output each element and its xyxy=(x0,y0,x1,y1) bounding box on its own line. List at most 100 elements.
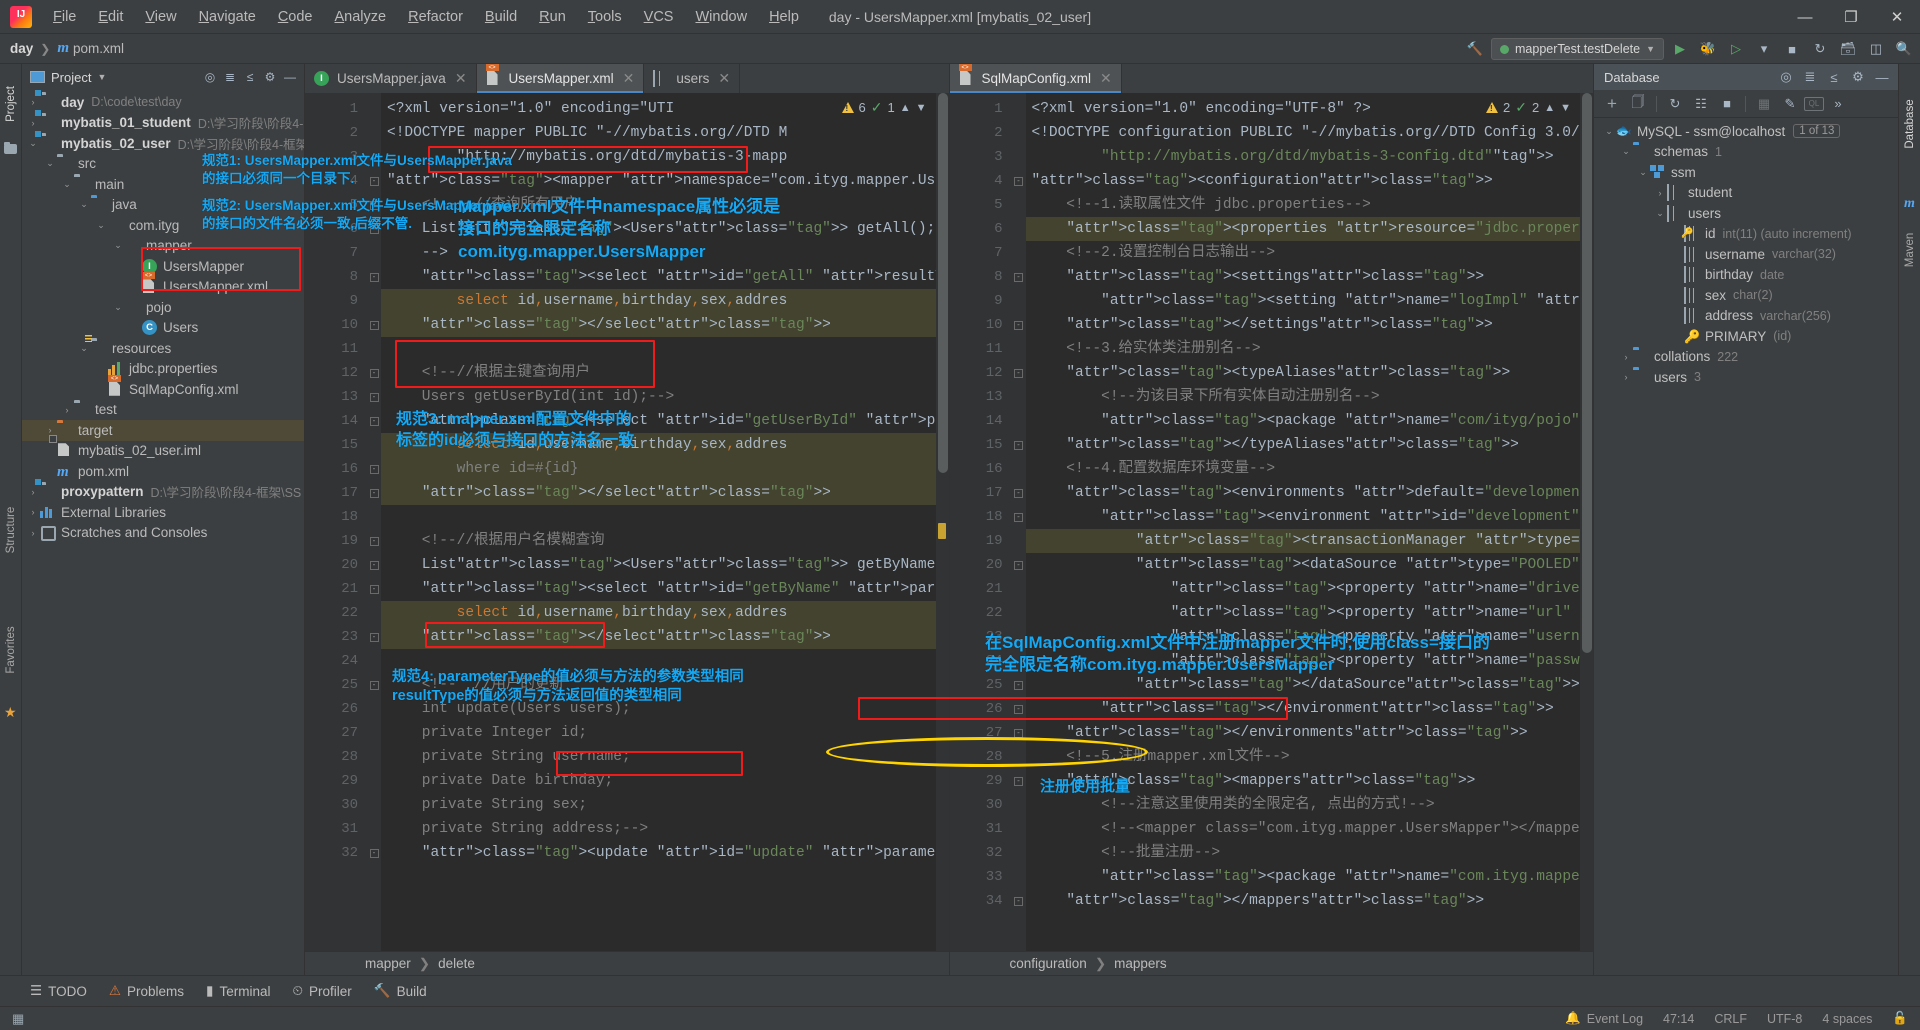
project-tree-item[interactable]: › target xyxy=(22,420,304,441)
menu-item-refactor[interactable]: Refactor xyxy=(397,5,474,29)
query-console-icon[interactable]: QL xyxy=(1804,96,1824,111)
code-line[interactable]: where id=#{id} xyxy=(381,457,936,481)
code-line[interactable]: "attr">class="tag"><properties "attr">re… xyxy=(1025,217,1580,241)
chevron-down-icon[interactable]: ⌄ xyxy=(60,179,74,190)
inspection-widget-left[interactable]: 6 ✓ 1 ▲ ▼ xyxy=(841,99,927,116)
chevron-right-icon[interactable]: › xyxy=(26,528,40,538)
bottom-item-profiler[interactable]: ⏲ Profiler xyxy=(292,983,351,999)
more-icon[interactable]: » xyxy=(1826,93,1850,115)
code-line[interactable]: "attr">class="tag"><property "attr">name… xyxy=(1026,625,1580,649)
project-tree-item[interactable]: › External Libraries xyxy=(22,502,304,523)
marker-bar-right[interactable] xyxy=(1580,93,1593,951)
run-configuration-selector[interactable]: mapperTest.testDelete ▼ xyxy=(1491,38,1664,60)
collapse-fold-icon[interactable]: - xyxy=(369,200,379,210)
database-tree-item[interactable]: ⌄ schemas 1 xyxy=(1594,142,1898,163)
fold-marker[interactable] xyxy=(1012,457,1026,481)
hide-panel-icon[interactable]: — xyxy=(280,67,300,87)
project-tree-item[interactable]: ⌄ resources xyxy=(22,338,304,359)
fold-marker[interactable] xyxy=(367,649,381,673)
fold-marker[interactable] xyxy=(367,121,381,145)
project-tree-item[interactable]: › test xyxy=(22,400,304,421)
collapse-fold-icon[interactable]: - xyxy=(1014,560,1023,570)
editor-breadcrumbs-right[interactable]: configuration ❯ mappers xyxy=(949,951,1593,975)
chevron-down-icon[interactable]: ⌄ xyxy=(1653,208,1667,219)
code-line[interactable]: <!--<mapper class="com.ityg.mapper.Users… xyxy=(1026,817,1580,841)
fold-marker[interactable] xyxy=(367,337,381,361)
fold-gutter-right[interactable]: - - - - - - - - - - - - - xyxy=(1011,93,1026,951)
fold-marker[interactable] xyxy=(1012,745,1026,769)
code-area-right[interactable]: 1 2 3 4 5 6 7 8 9 10 11 12 13 14 15 16 17 18 19 20 21 22 23 24 2… xyxy=(949,93,1593,951)
menu-item-help[interactable]: Help xyxy=(758,5,810,29)
fold-marker[interactable]: - xyxy=(1012,361,1026,385)
editor-tabs-right[interactable]: SqlMapConfig.xml ✕ xyxy=(949,64,1593,93)
fold-marker[interactable]: - xyxy=(367,457,381,481)
breadcrumb-delete[interactable]: delete xyxy=(438,956,475,971)
chevron-down-icon[interactable]: ⌄ xyxy=(111,240,125,251)
close-icon[interactable]: ✕ xyxy=(623,70,635,87)
chevron-down-icon[interactable]: ▼ xyxy=(1560,102,1571,114)
fold-marker[interactable]: - xyxy=(1012,769,1026,793)
fold-marker[interactable] xyxy=(367,601,381,625)
fold-marker[interactable]: - xyxy=(367,625,381,649)
fold-marker[interactable]: - xyxy=(1012,889,1026,913)
chevron-right-icon[interactable]: › xyxy=(26,97,40,107)
fold-marker[interactable] xyxy=(1012,841,1026,865)
refresh-icon[interactable]: ↻ xyxy=(1663,93,1687,115)
code-line[interactable]: <!DOCTYPE configuration PUBLIC "-//mybat… xyxy=(1026,121,1581,145)
fold-marker[interactable] xyxy=(1012,217,1026,241)
fold-gutter-left[interactable]: - - - - - - - - - - - - - - - - xyxy=(367,93,381,951)
menu-item-file[interactable]: File xyxy=(42,5,87,29)
database-toolwindow-icon[interactable]: 🗃 xyxy=(1836,38,1860,60)
fold-marker[interactable]: - xyxy=(1012,265,1026,289)
close-icon[interactable]: ✕ xyxy=(718,70,730,87)
project-tree[interactable]: › day D:\code\test\day › mybatis_01_student D… xyxy=(22,90,304,975)
fold-marker[interactable] xyxy=(1012,241,1026,265)
editor-tab-sqlmapconfig-xml[interactable]: SqlMapConfig.xml ✕ xyxy=(949,64,1122,93)
fold-marker[interactable]: - xyxy=(367,193,381,217)
code-line[interactable]: --> xyxy=(381,241,936,265)
project-tree-item[interactable]: › day D:\code\test\day xyxy=(22,92,304,113)
project-tree-item[interactable]: › proxypattern D:\学习阶段\阶段4-框架\SS xyxy=(22,482,304,503)
sidebar-item-maven[interactable]: Maven xyxy=(1904,222,1916,278)
layout-icon[interactable]: ◫ xyxy=(1864,38,1888,60)
code-line[interactable]: <!--批量注册--> xyxy=(1026,841,1581,865)
fold-marker[interactable]: - xyxy=(1012,433,1026,457)
breadcrumb-mapper[interactable]: mapper xyxy=(365,956,411,971)
code-line[interactable]: "attr">class="tag"></select"attr">class=… xyxy=(381,481,936,505)
fold-marker[interactable]: - xyxy=(367,577,381,601)
breadcrumb[interactable]: day ❯ m pom.xml xyxy=(10,40,124,57)
expand-all-icon[interactable]: ≣ xyxy=(1798,66,1822,88)
menu-item-edit[interactable]: Edit xyxy=(87,5,134,29)
caret-position[interactable]: 47:14 xyxy=(1663,1012,1694,1026)
collapse-fold-icon[interactable]: - xyxy=(1014,320,1023,330)
chevron-right-icon[interactable]: › xyxy=(26,507,40,517)
code-text-right[interactable]: <?xml version="1.0" encoding="UTF-8" ?> <… xyxy=(1025,93,1581,951)
chevron-right-icon[interactable]: › xyxy=(43,425,57,435)
code-line[interactable]: "attr">class="tag"><property "attr">name… xyxy=(1026,577,1580,601)
code-line[interactable]: "attr">class="tag"><select "attr">id="ge… xyxy=(381,409,936,433)
fold-marker[interactable] xyxy=(1012,793,1026,817)
fold-marker[interactable] xyxy=(1012,289,1026,313)
close-icon[interactable]: ✕ xyxy=(1100,70,1112,87)
indent-setting[interactable]: 4 spaces xyxy=(1822,1012,1872,1026)
structure-folder-icon[interactable] xyxy=(4,141,18,154)
database-tree-item[interactable]: ⌄ ssm xyxy=(1594,162,1898,183)
fold-marker[interactable] xyxy=(1012,121,1026,145)
fold-marker[interactable]: - xyxy=(1012,553,1026,577)
fold-marker[interactable]: - xyxy=(367,409,381,433)
menu-item-navigate[interactable]: Navigate xyxy=(188,5,267,29)
collapse-fold-icon[interactable]: - xyxy=(369,584,379,594)
code-line[interactable]: <!--1.读取属性文件 jdbc.properties--> xyxy=(1026,193,1581,217)
project-tree-item[interactable]: ⌄ com.ityg xyxy=(22,215,304,236)
fold-marker[interactable]: - xyxy=(1012,169,1026,193)
fold-marker[interactable]: - xyxy=(1012,505,1026,529)
locate-target-icon[interactable]: ◎ xyxy=(1774,66,1798,88)
fold-marker[interactable] xyxy=(367,145,381,169)
code-line[interactable]: "attr">class="tag"><mapper "attr">namesp… xyxy=(381,169,936,193)
minimize-icon[interactable]: — xyxy=(1782,0,1828,34)
fold-marker[interactable] xyxy=(1012,625,1026,649)
locate-target-icon[interactable]: ◎ xyxy=(200,67,220,87)
editor-tab-usersmapper-java[interactable]: I UsersMapper.java ✕ xyxy=(305,64,477,93)
collapse-fold-icon[interactable]: - xyxy=(369,272,379,282)
fold-marker[interactable] xyxy=(1012,817,1026,841)
